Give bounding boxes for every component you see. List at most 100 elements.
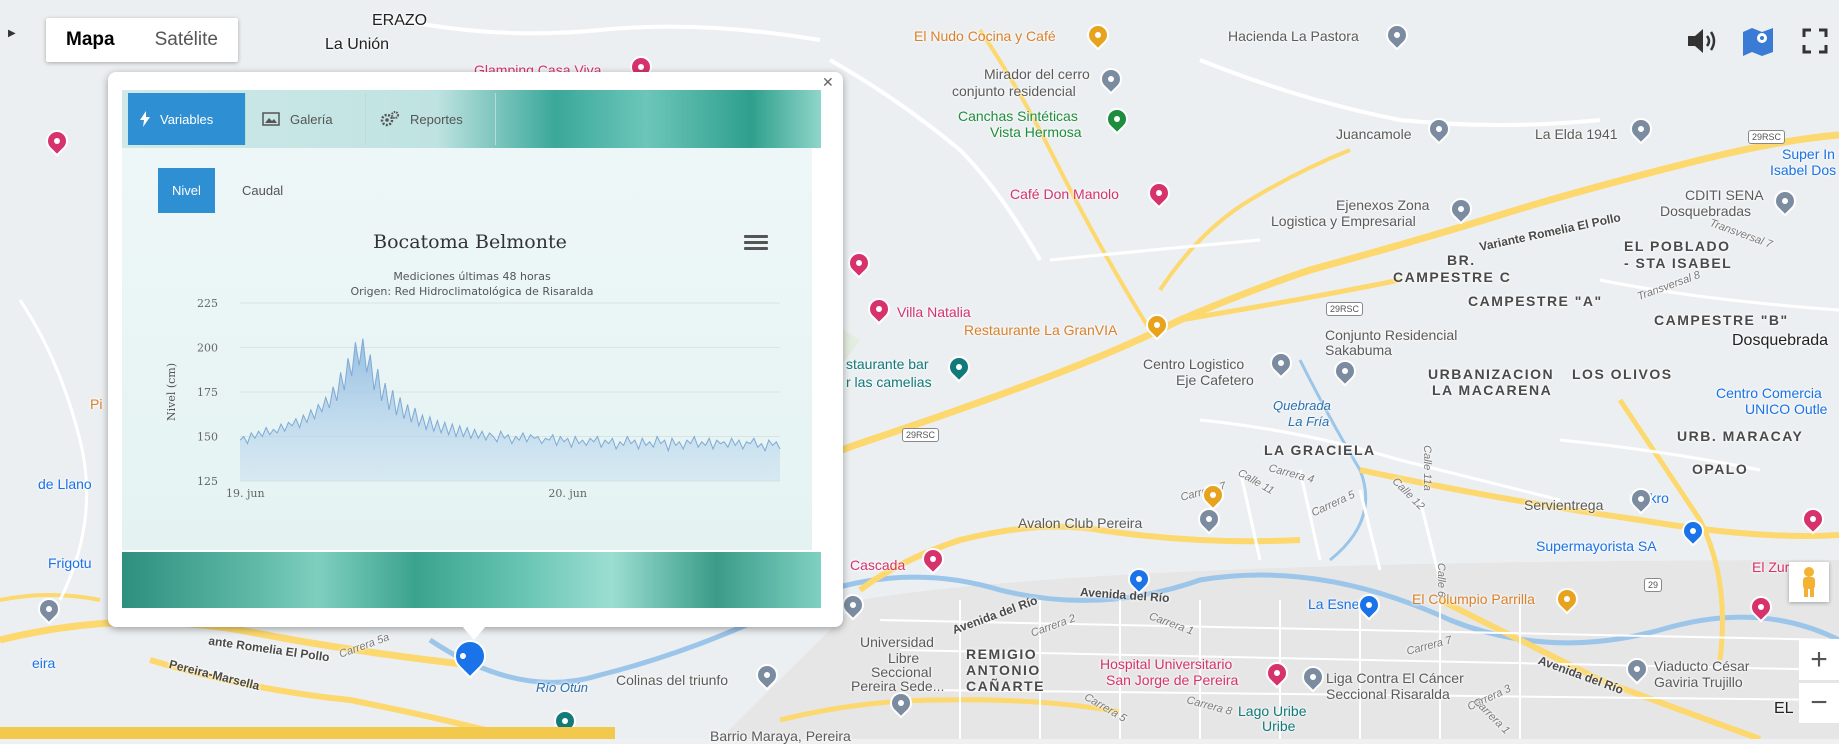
map-label: CAMPESTRE "A"	[1468, 293, 1603, 309]
map-label: OPALO	[1692, 461, 1749, 477]
tab-variables[interactable]: Variables	[128, 93, 246, 145]
map-type-control: Mapa Satélite	[46, 18, 238, 62]
map-label: Hacienda La Pastora	[1228, 28, 1359, 44]
gears-icon	[380, 111, 399, 127]
map-label: Ejenexos Zona	[1336, 197, 1430, 213]
map-label: UNICO Outle	[1745, 401, 1828, 417]
map-label: LA GRACIELA	[1264, 442, 1376, 458]
map-label: Café Don Manolo	[1010, 186, 1119, 202]
map-label: Supermayorista SA	[1536, 538, 1657, 554]
map-label: Dosquebradas	[1660, 203, 1752, 219]
map-label: San Jorge de Pereira	[1106, 672, 1239, 688]
map-label: Hospital Universitario	[1100, 656, 1233, 672]
map-label: staurante bar	[846, 356, 929, 372]
map-label: Calle 6	[1435, 562, 1448, 598]
map-label: REMIGIO	[966, 646, 1038, 662]
map-label: El Nudo Cocina y Café	[914, 28, 1056, 44]
map-label: Canchas Sintéticas	[958, 108, 1078, 124]
map-label: Restaurante La GranVIA	[964, 322, 1118, 338]
map-label: Gaviria Trujillo	[1654, 674, 1743, 690]
map-label: Super In	[1782, 146, 1835, 162]
x-tick-label: 20. jun	[548, 487, 587, 500]
road-shield: 29	[1644, 578, 1663, 592]
level-chart: Bocatoma Belmonte Mediciones últimas 48 h…	[165, 231, 781, 500]
map-label: Viaducto César	[1654, 658, 1750, 674]
map-label: LOS OLIVOS	[1572, 366, 1673, 382]
fullscreen-icon[interactable]	[1796, 22, 1834, 60]
map-label: Isabel Dos Q	[1770, 162, 1839, 178]
map-type-satellite-button[interactable]: Satélite	[135, 18, 238, 62]
subtab-caudal[interactable]: Caudal	[228, 168, 297, 213]
map-label: Lago Uribe	[1238, 703, 1307, 719]
y-tick-label: 225	[197, 297, 218, 310]
map-label: Universidad	[860, 634, 934, 650]
map-label: CAMPESTRE C	[1393, 269, 1512, 285]
map-label: ANTONIO	[966, 662, 1041, 678]
tab-galeria-label: Galería	[290, 111, 333, 127]
map-label: Avalon Club Pereira	[1018, 515, 1143, 531]
lightning-icon	[140, 111, 150, 127]
map-label: Colinas del triunfo	[616, 672, 729, 688]
map-label: EL	[1774, 700, 1794, 717]
map-label: Quebrada	[1273, 398, 1331, 413]
chart-title: Bocatoma Belmonte	[373, 231, 567, 253]
tab-reportes[interactable]: Reportes	[368, 93, 496, 145]
map-label: BR.	[1447, 252, 1476, 268]
map-label: Cascada	[850, 557, 906, 573]
map-label: ERAZO	[372, 12, 428, 29]
map-label: de Llano	[38, 476, 92, 492]
map-label: Dosquebrada	[1732, 332, 1829, 349]
map-label: Servientrega	[1524, 497, 1604, 513]
popup-bottom-band	[122, 552, 821, 608]
map-label: r las camelias	[846, 374, 932, 390]
map-label: CAÑARTE	[966, 678, 1045, 694]
tab-variables-label: Variables	[160, 111, 214, 127]
map-label: Sakabuma	[1325, 342, 1392, 358]
map-label: eira	[32, 655, 56, 671]
map-label: Mirador del cerro	[984, 66, 1090, 82]
map-label: CDITI SENA	[1685, 187, 1764, 203]
map-label: URB. MARACAY	[1677, 428, 1804, 444]
map-label: EL POBLADO	[1624, 238, 1731, 254]
sound-icon[interactable]	[1684, 22, 1722, 60]
subtab-nivel[interactable]: Nivel	[158, 168, 215, 213]
map-layers-icon[interactable]	[1740, 22, 1778, 60]
map-label: Río Otún	[536, 680, 589, 695]
road-shield: 29RSC	[1326, 302, 1364, 316]
pegman-icon[interactable]	[1789, 562, 1829, 602]
map-label: Centro Comercia	[1716, 385, 1822, 401]
map-label: - STA ISABEL	[1624, 255, 1733, 271]
map-label: Seccional Risaralda	[1326, 686, 1450, 702]
chart-subtitle: Mediciones últimas 48 horas	[393, 270, 551, 283]
map-label: Liga Contra El Cáncer	[1326, 670, 1464, 686]
close-icon[interactable]: ✕	[822, 74, 834, 91]
road-shield: 29RSC	[902, 428, 940, 442]
map-type-map-button[interactable]: Mapa	[46, 18, 135, 62]
map-label: Eje Cafetero	[1176, 372, 1254, 388]
road-shield: 29RSC	[1748, 130, 1786, 144]
map-label: La Elda 1941	[1535, 126, 1618, 142]
image-icon	[262, 112, 280, 126]
y-axis-label: Nivel (cm)	[165, 363, 178, 421]
attribution-bar	[0, 727, 615, 739]
zoom-out-icon[interactable]: −	[1799, 683, 1839, 723]
map-label: LA MACARENA	[1432, 382, 1553, 398]
map-label: Villa Natalia	[897, 304, 971, 320]
chart-subtitle: Origen: Red Hidroclimatológica de Risara…	[350, 285, 593, 298]
y-tick-label: 175	[197, 386, 218, 399]
collapse-arrow-icon[interactable]: ▶	[8, 28, 16, 39]
map-label: La Fría	[1288, 414, 1330, 429]
zoom-in-icon[interactable]: +	[1799, 640, 1839, 680]
map-label: Uribe	[1262, 718, 1296, 734]
map-label: Frigotu	[48, 555, 92, 571]
map-label: Conjunto Residencial	[1325, 327, 1458, 343]
map-label: Pi	[90, 396, 103, 412]
tab-galeria[interactable]: Galería	[250, 93, 366, 145]
tab-reportes-label: Reportes	[410, 111, 463, 127]
y-tick-label: 200	[197, 342, 218, 355]
y-tick-label: 125	[197, 475, 218, 488]
x-tick-label: 19. jun	[226, 487, 265, 500]
map-label: conjunto residencial	[952, 83, 1076, 99]
map-label: Centro Logistico	[1143, 356, 1245, 372]
map-label: El Columpio Parrilla	[1412, 591, 1535, 607]
